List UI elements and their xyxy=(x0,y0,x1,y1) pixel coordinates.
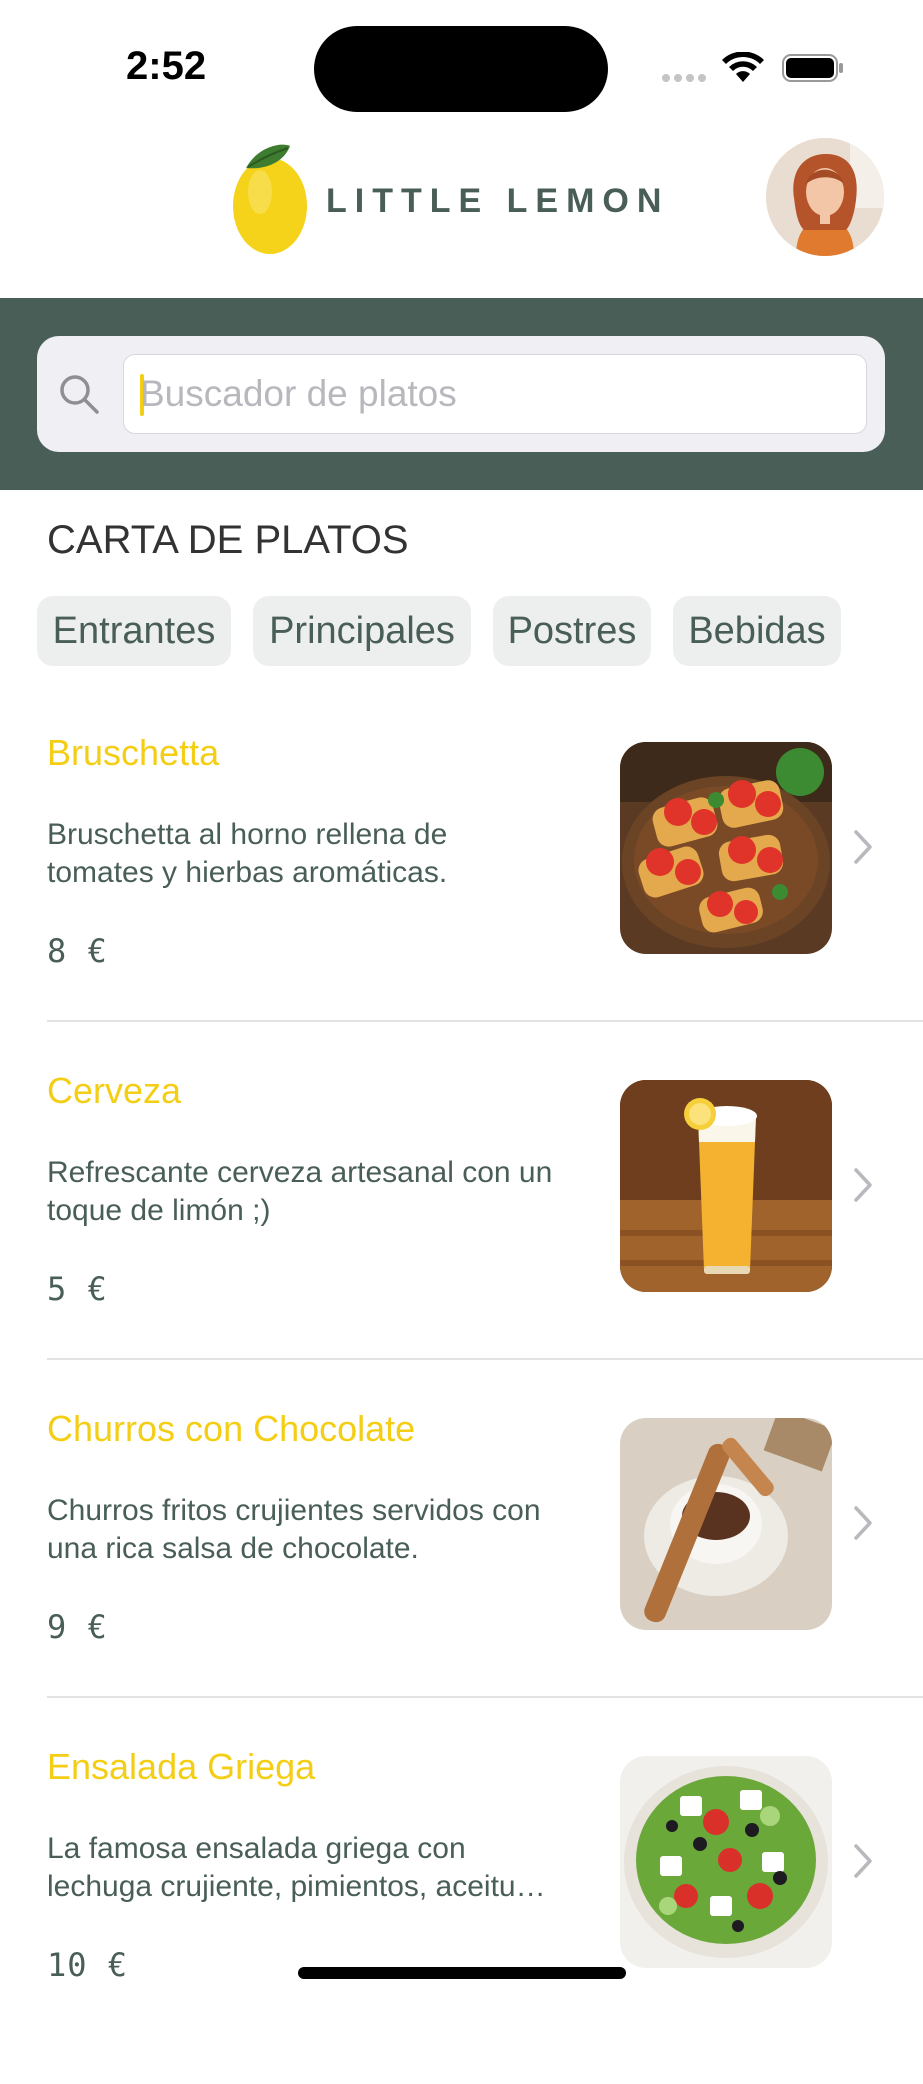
dish-description: La famosa ensalada griega con lechuga cr… xyxy=(47,1830,607,1906)
dish-description-line: Churros fritos crujientes servidos con xyxy=(47,1494,541,1527)
lemon-logo-icon xyxy=(233,144,307,254)
dish-price: 9 € xyxy=(47,1608,108,1646)
chip-bebidas[interactable]: Bebidas xyxy=(673,596,841,666)
menu-item[interactable]: Bruschetta Bruschetta al horno rellena d… xyxy=(0,732,923,1070)
dish-name: Ensalada Griega xyxy=(47,1746,316,1787)
home-indicator[interactable] xyxy=(298,1967,626,1979)
dish-name: Churros con Chocolate xyxy=(47,1408,416,1449)
divider xyxy=(47,1696,923,1698)
dish-description-line: Refrescante cerveza artesanal con un xyxy=(47,1156,553,1189)
wifi-icon xyxy=(722,52,764,82)
menu-item[interactable]: Cerveza Refrescante cerveza artesanal co… xyxy=(0,1070,923,1408)
search-field[interactable] xyxy=(123,354,867,434)
app-header: LITTLE LEMON xyxy=(0,130,923,298)
dynamic-island xyxy=(314,26,608,112)
status-bar: 2:52 xyxy=(0,0,923,130)
battery-icon xyxy=(782,54,843,82)
dish-image xyxy=(620,742,832,954)
dish-description-line: lechuga crujiente, pimientos, aceitu… xyxy=(47,1870,546,1903)
dish-description-line: La famosa ensalada griega con xyxy=(47,1832,466,1865)
chevron-right-icon xyxy=(854,1506,872,1540)
dish-description-line: Bruschetta al horno rellena de xyxy=(47,818,448,851)
dish-description: Bruschetta al horno rellena de tomates y… xyxy=(47,816,607,892)
status-time: 2:52 xyxy=(126,44,207,88)
dish-name: Cerveza xyxy=(47,1070,182,1111)
hero-banner xyxy=(0,298,923,490)
chip-principales[interactable]: Principales xyxy=(253,596,471,666)
menu-title: CARTA DE PLATOS xyxy=(47,518,409,562)
chevron-right-icon xyxy=(854,1168,872,1202)
dish-price: 10 € xyxy=(47,1946,129,1984)
dish-description-line: una rica salsa de chocolate. xyxy=(47,1532,419,1565)
dish-description: Refrescante cerveza artesanal con un toq… xyxy=(47,1154,607,1230)
dish-description: Churros fritos crujientes servidos con u… xyxy=(47,1492,607,1568)
dish-description-line: tomates y hierbas aromáticas. xyxy=(47,856,448,889)
dish-image xyxy=(620,1080,832,1292)
dish-image xyxy=(620,1756,832,1968)
dish-price: 5 € xyxy=(47,1270,108,1308)
search-icon xyxy=(60,375,99,414)
chip-entrantes[interactable]: Entrantes xyxy=(37,596,231,666)
chevron-right-icon xyxy=(854,1844,872,1878)
menu-item[interactable]: Ensalada Griega La famosa ensalada grieg… xyxy=(0,1746,923,2084)
dish-name: Bruschetta xyxy=(47,732,220,773)
dish-price: 8 € xyxy=(47,932,108,970)
cellular-signal-icon xyxy=(662,74,708,84)
dish-description-line: toque de limón ;) xyxy=(47,1194,271,1227)
divider xyxy=(47,1358,923,1360)
divider xyxy=(47,1020,923,1022)
menu-item[interactable]: Churros con Chocolate Churros fritos cru… xyxy=(0,1408,923,1746)
chevron-right-icon xyxy=(854,830,872,864)
search-container xyxy=(37,336,885,452)
search-input[interactable] xyxy=(138,355,858,433)
profile-avatar[interactable] xyxy=(766,138,884,256)
dish-image xyxy=(620,1418,832,1630)
chip-postres[interactable]: Postres xyxy=(493,596,651,666)
brand-name: LITTLE LEMON xyxy=(326,182,670,220)
